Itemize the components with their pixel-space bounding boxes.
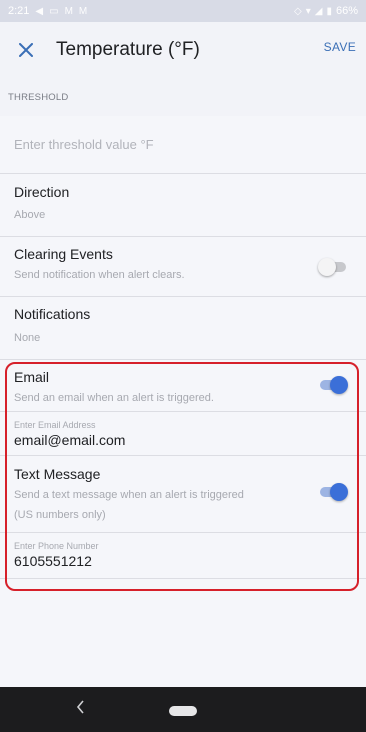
save-button[interactable]: SAVE bbox=[324, 40, 356, 54]
text-message-description: Send a text message when an alert is tri… bbox=[14, 489, 244, 501]
email-address-field[interactable]: Enter Email Address email@email.com bbox=[0, 412, 366, 456]
battery-level: 66% bbox=[335, 5, 358, 17]
text-message-note: (US numbers only) bbox=[14, 509, 106, 521]
email-description: Send an email when an alert is triggered… bbox=[14, 392, 214, 404]
clearing-events-toggle[interactable] bbox=[318, 258, 348, 276]
notifications-label: Notifications bbox=[14, 306, 91, 322]
home-pill-icon[interactable] bbox=[169, 706, 197, 716]
wifi-icon: ▾ bbox=[305, 5, 311, 17]
notifications-row[interactable]: Notifications None bbox=[0, 297, 366, 360]
direction-row[interactable]: Direction Above bbox=[0, 174, 366, 237]
threshold-placeholder: Enter threshold value °F bbox=[14, 137, 154, 152]
text-message-label: Text Message bbox=[14, 466, 101, 482]
close-icon bbox=[19, 43, 33, 57]
toggle-knob bbox=[318, 258, 336, 276]
phone-number-field[interactable]: Enter Phone Number 6105551212 bbox=[0, 533, 366, 579]
clearing-events-row[interactable]: Clearing Events Send notification when a… bbox=[0, 237, 366, 297]
email-row[interactable]: Email Send an email when an alert is tri… bbox=[0, 360, 366, 412]
back-icon bbox=[76, 700, 84, 714]
text-message-toggle[interactable] bbox=[318, 483, 348, 501]
battery-icon: ▮ bbox=[326, 5, 332, 17]
app-icon-2: M bbox=[78, 5, 88, 17]
location-icon: ◇ bbox=[294, 5, 302, 17]
back-button[interactable] bbox=[75, 699, 91, 717]
email-address-value: email@email.com bbox=[14, 432, 126, 448]
app-bar: Temperature (°F) SAVE bbox=[0, 22, 366, 78]
notification-icon: ◀ bbox=[35, 5, 44, 17]
threshold-section-header: THRESHOLD bbox=[0, 78, 366, 116]
clearing-events-label: Clearing Events bbox=[14, 246, 113, 262]
text-message-row[interactable]: Text Message Send a text message when an… bbox=[0, 456, 366, 533]
toggle-knob bbox=[330, 483, 348, 501]
signal-icon: ◢ bbox=[314, 5, 323, 17]
app-icon: M bbox=[64, 5, 73, 17]
direction-value: Above bbox=[14, 209, 46, 221]
direction-label: Direction bbox=[14, 184, 70, 200]
email-address-label: Enter Email Address bbox=[14, 420, 96, 430]
clearing-events-description: Send notification when alert clears. bbox=[14, 269, 185, 281]
email-toggle[interactable] bbox=[318, 376, 348, 394]
email-label: Email bbox=[14, 369, 50, 385]
notifications-value: None bbox=[14, 332, 41, 344]
settings-list: THRESHOLD Enter threshold value °F Direc… bbox=[0, 78, 366, 687]
toggle-knob bbox=[330, 376, 348, 394]
phone-number-value: 6105551212 bbox=[14, 553, 92, 569]
close-button[interactable] bbox=[14, 38, 38, 62]
phone-number-label: Enter Phone Number bbox=[14, 541, 99, 551]
threshold-input[interactable]: Enter threshold value °F bbox=[0, 116, 366, 174]
navigation-bar bbox=[0, 687, 366, 732]
message-icon: ▭ bbox=[49, 5, 59, 17]
status-time: 2:21 bbox=[8, 5, 30, 17]
status-bar: 2:21 ◀ ▭ M M ◇ ▾ ◢ ▮ 66% bbox=[0, 0, 366, 22]
page-title: Temperature (°F) bbox=[56, 39, 200, 60]
